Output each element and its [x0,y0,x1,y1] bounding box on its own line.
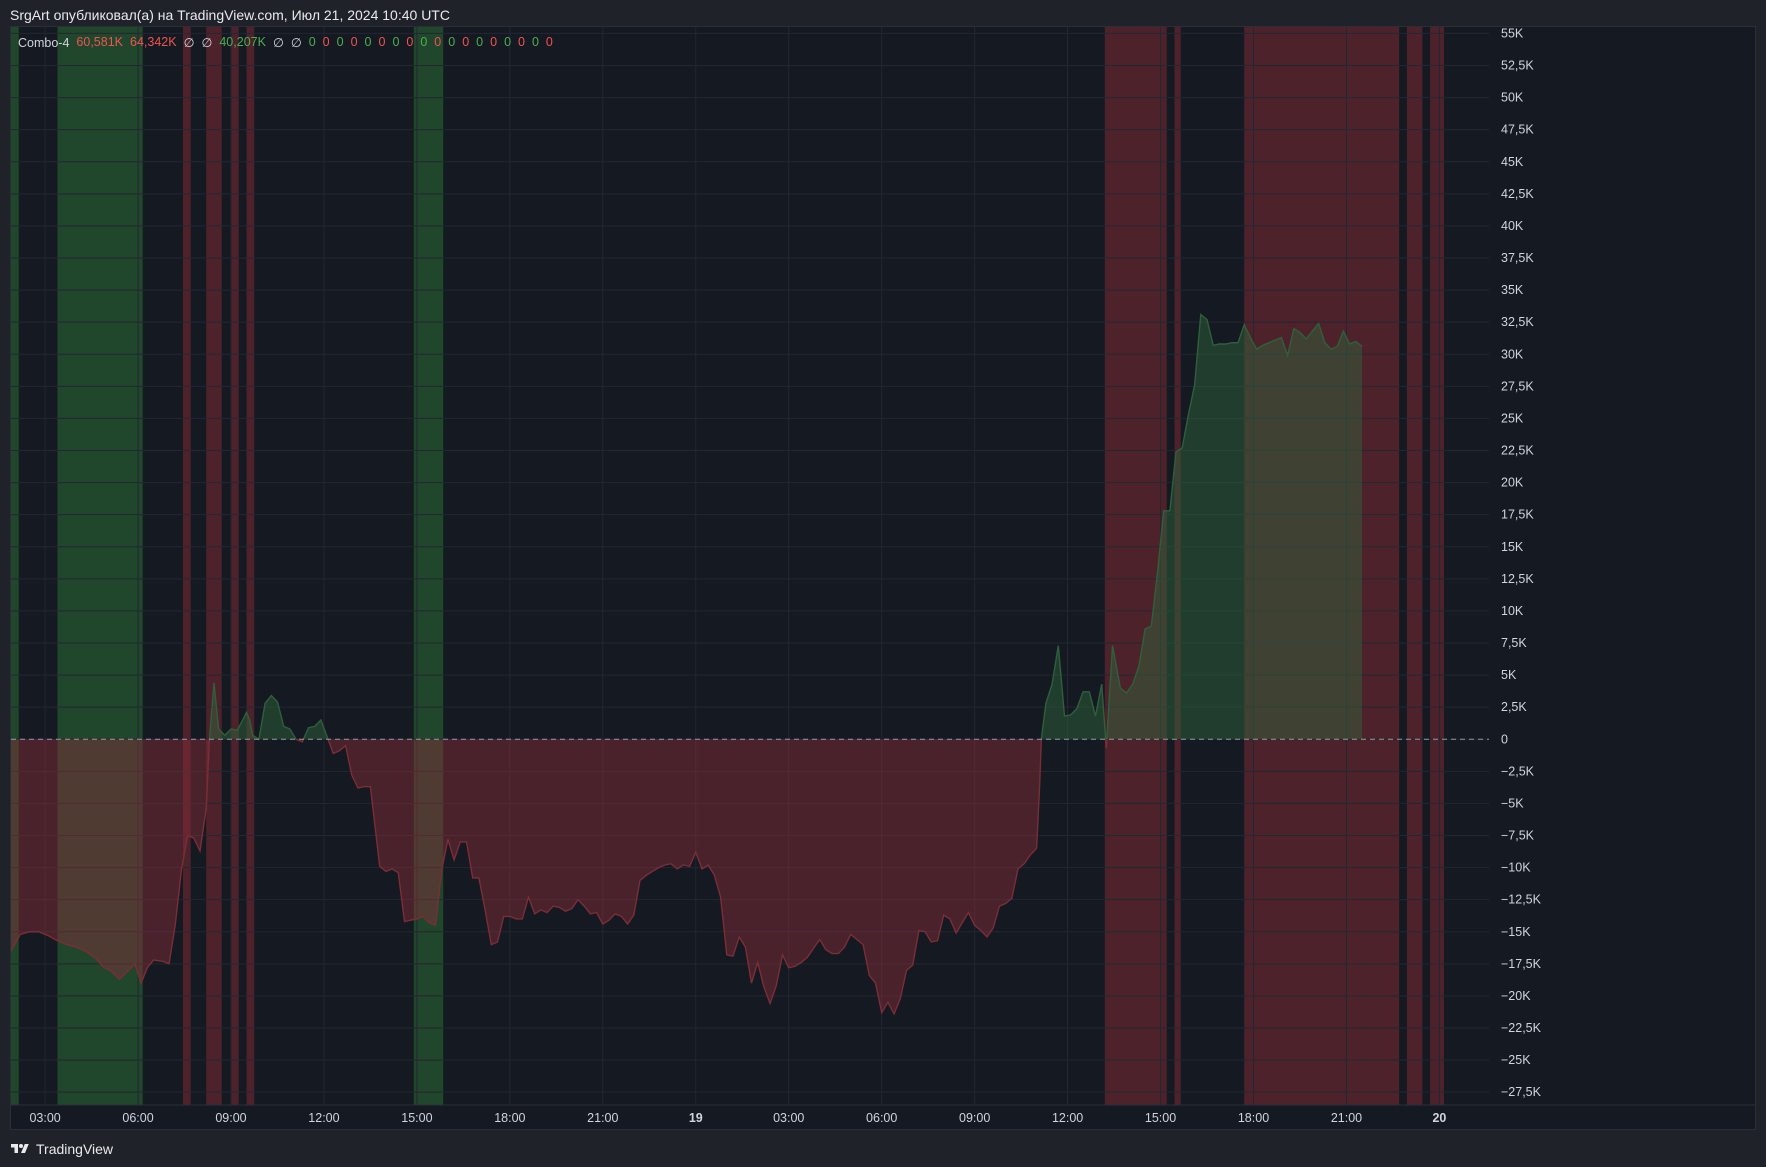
tradingview-logo-icon [11,1144,29,1153]
y-tick-label: 5K [1501,668,1517,682]
footer [0,1135,1766,1167]
y-tick-label: 2,5K [1501,700,1527,714]
x-tick-label: 21:00 [1331,1111,1362,1125]
y-tick-label: −15K [1501,925,1531,939]
y-tick-label: 35K [1501,283,1524,297]
indicator-value: 0 [378,35,386,49]
y-tick-label: 52,5K [1501,59,1534,73]
y-tick-label: 55K [1501,27,1524,40]
x-tick-label: 19 [689,1111,703,1125]
y-tick-label: 12,5K [1501,572,1534,586]
y-tick-label: 30K [1501,347,1524,361]
y-tick-label: 17,5K [1501,508,1534,522]
y-tick-label: 25K [1501,411,1524,425]
y-tick-label: 15K [1501,540,1524,554]
x-tick-label: 09:00 [959,1111,990,1125]
y-tick-label: −10K [1501,861,1531,875]
indicator-value: 0 [490,35,498,49]
x-tick-label: 06:00 [122,1111,153,1125]
indicator-value: ∅ [290,36,302,50]
indicator-value: 0 [350,35,358,49]
indicator-value: 0 [462,35,470,49]
x-tick-label: 20 [1432,1111,1446,1125]
indicator-value: 64,342K [130,35,177,49]
x-tick-label: 09:00 [215,1111,246,1125]
chart-svg[interactable]: 55K 52,5K 50K 47,5K 45K 42,5K 40K 37,5K 35K 32,5K… [11,26,1755,1129]
indicator-value: 0 [336,35,344,49]
y-tick-label: 10K [1501,604,1524,618]
x-tick-label: 03:00 [29,1111,60,1125]
indicator-value: ∅ [272,36,284,50]
y-tick-label: 47,5K [1501,123,1534,137]
x-tick-label: 15:00 [1145,1111,1176,1125]
indicator-value: ∅ [201,36,213,50]
y-tick-label: 22,5K [1501,444,1534,458]
y-axis: 55K 52,5K 50K 47,5K 45K 42,5K 40K 37,5K 35K 32,5K… [1501,26,1542,1099]
x-tick-label: 15:00 [401,1111,432,1125]
y-tick-label: 0 [1501,732,1508,746]
indicator-value: 0 [448,35,456,49]
y-tick-label: 32,5K [1501,315,1534,329]
indicator-value: 0 [392,35,400,49]
y-tick-label: −25K [1501,1053,1531,1067]
y-tick-label: 42,5K [1501,187,1534,201]
red-band [206,27,222,1105]
green-band [413,27,444,1105]
y-tick-label: 7,5K [1501,636,1527,650]
indicator-value: 0 [531,35,539,49]
red-band [246,27,255,1105]
y-tick-label: −2,5K [1501,764,1535,778]
y-tick-label: 45K [1501,155,1524,169]
indicator-value: 0 [434,35,442,49]
indicator-value: 0 [364,35,372,49]
red-band [1406,27,1423,1105]
x-tick-label: 12:00 [1052,1111,1083,1125]
x-tick-label: 21:00 [587,1111,618,1125]
x-tick-label: 03:00 [773,1111,804,1125]
y-tick-label: −7,5K [1501,829,1535,843]
red-band [182,27,191,1105]
y-tick-label: 37,5K [1501,251,1534,265]
indicator-value: 0 [518,35,525,49]
indicator-value: 60,581K [76,35,123,49]
indicator-value: 40,207K [219,35,266,49]
y-tick-label: −17,5K [1501,957,1542,971]
brand-name: TradingView [36,1141,114,1157]
y-tick-label: −5K [1501,796,1524,810]
y-tick-label: 50K [1501,91,1524,105]
indicator-value: 0 [420,35,428,49]
y-tick-label: −20K [1501,989,1531,1003]
y-tick-label: 20K [1501,476,1524,490]
x-tick-label: 12:00 [308,1111,339,1125]
indicator-name[interactable]: Combo-4 [18,36,69,50]
y-tick-label: −12,5K [1501,893,1542,907]
indicator-value: 0 [322,35,330,49]
tradingview-brand[interactable]: TradingView [10,1141,113,1157]
indicator-values: 60,581K 64,342K ∅ ∅ 40,207K ∅ ∅ 0 0 0 0 0 0 0 0 0 0 0 0 0 0 0… [76,35,552,50]
indicator-value: 0 [545,35,553,49]
indicator-value: 0 [504,35,512,49]
y-tick-label: 27,5K [1501,379,1534,393]
y-tick-label: −22,5K [1501,1021,1542,1035]
y-tick-label: −27,5K [1501,1085,1542,1099]
x-tick-label: 18:00 [1238,1111,1269,1125]
x-tick-label: 18:00 [494,1111,525,1125]
indicator-value: 0 [406,35,414,49]
y-tick-label: 40K [1501,219,1524,233]
red-band [1430,27,1445,1105]
x-axis: 03:00 06:00 09:00 12:00 15:00 18:00 21:00 19 03:… [11,1104,1755,1125]
indicator-value: 0 [308,35,316,49]
indicator-legend: Combo-4 60,581K 64,342K ∅ ∅ 40,207K ∅ ∅ 0 0 0 0 0 0 0… [18,35,553,50]
indicator-value: 0 [476,35,484,49]
x-tick-label: 06:00 [866,1111,897,1125]
publish-caption: SrgArt опубликовал(а) на TradingView.com… [10,7,450,23]
chart-frame[interactable]: 55K 52,5K 50K 47,5K 45K 42,5K 40K 37,5K 35K 32,5K… [10,26,1756,1130]
indicator-value: ∅ [183,36,195,50]
red-band [230,27,239,1105]
